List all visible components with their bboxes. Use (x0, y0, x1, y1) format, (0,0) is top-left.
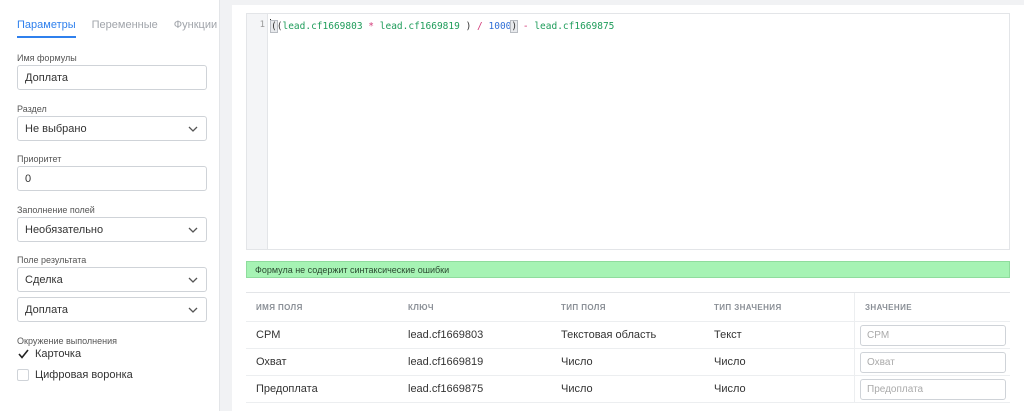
syntax-status-message: Формула не содержит синтаксические ошибк… (246, 261, 1010, 278)
settings-panel: Параметры Переменные Функции Имя формулы… (0, 0, 220, 411)
environment-option-funnel[interactable]: Цифровая воронка (17, 369, 133, 381)
number-token: 1000 (488, 21, 512, 32)
result-field-value: Доплата (25, 303, 68, 316)
variable-token: lead.cf1669875 (534, 21, 615, 32)
formula-name-label: Имя формулы (17, 53, 77, 63)
code-editor[interactable]: 1 ((lead.cf1669803 * lead.cf1669819 ) / … (246, 13, 1010, 250)
tab-functions[interactable]: Функции (174, 16, 217, 38)
variable-token: lead.cf1669819 (379, 21, 460, 32)
fill-fields-value: Необязательно (25, 223, 104, 236)
cell-field-type: Число (561, 356, 593, 368)
cell-value: Охват (854, 349, 1010, 375)
section-label: Раздел (17, 104, 47, 114)
environment-label: Окружение выполнения (17, 336, 118, 346)
header-key: Ключ (408, 302, 434, 312)
cell-value-type: Текст (714, 329, 742, 341)
header-value: Значение (854, 293, 1010, 321)
result-field-select[interactable]: Доплата (17, 297, 207, 322)
operator-token: / (477, 21, 483, 32)
chevron-down-icon (187, 224, 199, 236)
tab-variables[interactable]: Переменные (92, 16, 158, 38)
checkmark-icon[interactable] (17, 348, 29, 360)
table-row: CPM lead.cf1669803 Текстовая область Тек… (246, 322, 1010, 349)
value-input[interactable]: Охват (860, 351, 1006, 373)
cell-field-type: Текстовая область (561, 329, 657, 341)
table-header-row: Имя поля Ключ Тип поля Тип значения Знач… (246, 293, 1010, 322)
formula-name-value: Доплата (25, 71, 68, 84)
fill-fields-select[interactable]: Необязательно (17, 217, 207, 242)
variables-table: Имя поля Ключ Тип поля Тип значения Знач… (246, 292, 1010, 403)
value-input[interactable]: Предоплата (860, 378, 1006, 400)
priority-input[interactable]: 0 (17, 166, 207, 191)
chevron-down-icon (187, 304, 199, 316)
result-field-label: Поле результата (17, 255, 87, 265)
chevron-down-icon (187, 123, 199, 135)
header-field-type: Тип поля (561, 302, 606, 312)
fill-fields-label: Заполнение полей (17, 205, 95, 215)
cell-value: CPM (854, 322, 1010, 348)
cell-key: lead.cf1669803 (408, 329, 484, 341)
cell-field-name: CPM (256, 329, 281, 341)
environment-option-funnel-label: Цифровая воронка (35, 369, 133, 381)
operator-token: * (368, 21, 375, 32)
table-row: Предоплата lead.cf1669875 Число Число Пр… (246, 376, 1010, 403)
cell-value-type: Число (714, 356, 746, 368)
variable-token: lead.cf1669803 (282, 21, 363, 32)
cell-key: lead.cf1669875 (408, 383, 484, 395)
cell-value-type: Число (714, 383, 746, 395)
environment-option-card[interactable]: Карточка (17, 348, 81, 360)
header-field-name: Имя поля (256, 302, 303, 312)
header-value-type: Тип значения (714, 302, 782, 312)
operator-token: - (522, 21, 529, 32)
code-line[interactable]: ((lead.cf1669803 * lead.cf1669819 ) / 10… (270, 19, 615, 33)
environment-option-card-label: Карточка (35, 348, 82, 360)
result-entity-select[interactable]: Сделка (17, 267, 207, 292)
table-row: Охват lead.cf1669819 Число Число Охват (246, 349, 1010, 376)
priority-label: Приоритет (17, 154, 62, 164)
editor-gutter: 1 (247, 14, 268, 249)
cell-field-type: Число (561, 383, 593, 395)
cell-field-name: Охват (256, 356, 287, 368)
tab-bar: Параметры Переменные Функции (17, 16, 217, 38)
formula-editor-panel: 1 ((lead.cf1669803 * lead.cf1669819 ) / … (232, 5, 1024, 411)
cell-field-name: Предоплата (256, 383, 318, 395)
chevron-down-icon (187, 274, 199, 286)
cell-key: lead.cf1669819 (408, 356, 484, 368)
value-input[interactable]: CPM (860, 324, 1006, 346)
formula-name-input[interactable]: Доплата (17, 65, 207, 90)
priority-value: 0 (25, 172, 32, 185)
result-entity-value: Сделка (25, 273, 63, 286)
line-number: 1 (259, 20, 265, 30)
tab-parameters[interactable]: Параметры (17, 16, 76, 38)
paren-token: ) (465, 21, 472, 32)
paren-token: ) (510, 20, 519, 33)
checkbox-empty[interactable] (17, 369, 29, 381)
cell-value: Предоплата (854, 376, 1010, 402)
section-select[interactable]: Не выбрано (17, 116, 207, 141)
section-value: Не выбрано (25, 122, 87, 135)
